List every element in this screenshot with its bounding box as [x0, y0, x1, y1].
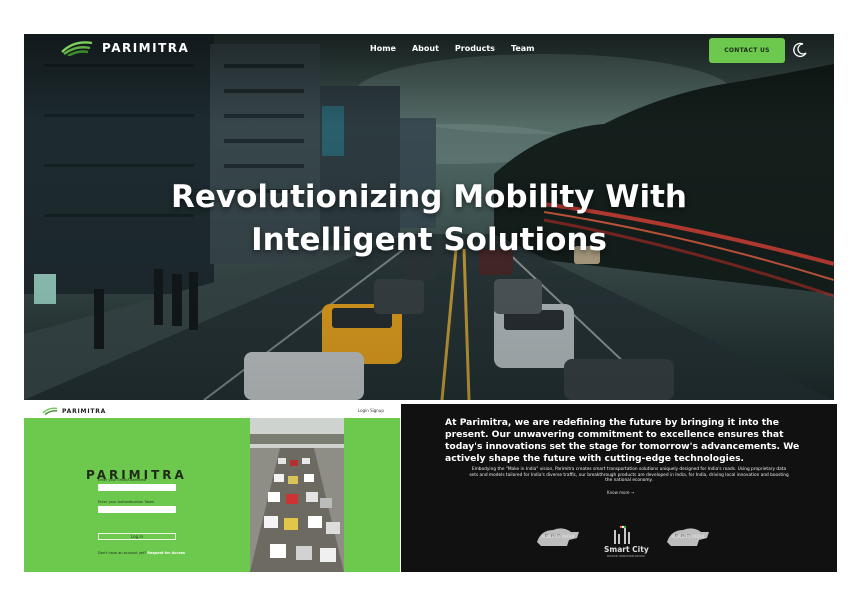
nav-products-link[interactable]: Products [455, 44, 495, 53]
traffic-photo [250, 418, 344, 572]
smart-city-subtitle: MISSION TRANSFORM-NATION [607, 555, 645, 558]
login-screenshot-panel: PARIMITRA Login Signup PARIMITRA Enter y… [24, 404, 400, 572]
login-brand-name: PARIMITRA [62, 407, 107, 415]
signup-prompt: Don't have an account yet? Request for A… [98, 551, 185, 555]
login-signup-links[interactable]: Login Signup [358, 408, 384, 413]
smart-city-badge: Smart City [604, 545, 649, 554]
username-input[interactable] [98, 484, 176, 491]
login-form-area: PARIMITRA Enter your Email/Username Ente… [24, 418, 250, 572]
parimitra-logo-icon [42, 407, 58, 415]
moon-icon[interactable] [792, 42, 808, 58]
login-brand-logo[interactable]: PARIMITRA [42, 407, 106, 415]
know-more-link[interactable]: Know more → [607, 490, 634, 495]
nav-team-link[interactable]: Team [511, 44, 535, 53]
brand-name: PARIMITRA [102, 41, 190, 55]
signup-prefix: Don't have an account yet? [98, 551, 148, 555]
top-navbar: PARIMITRA Home About Products Team CONTA… [24, 34, 834, 66]
brand-logo[interactable]: PARIMITRA [60, 40, 189, 56]
login-side-strip [344, 418, 400, 572]
make-in-india-badge-1: MAKE IN INDIA [541, 534, 575, 539]
hero-section: PARIMITRA Home About Products Team CONTA… [24, 34, 834, 400]
about-section: At Parimitra, we are redefining the futu… [401, 404, 837, 572]
token-label: Enter your Authentication Token [98, 500, 155, 504]
parimitra-logo-icon [61, 41, 93, 56]
nav-links: Home About Products Team [370, 44, 535, 53]
contact-us-button[interactable]: CONTACT US [709, 38, 785, 63]
nav-home-link[interactable]: Home [370, 44, 396, 53]
request-access-link[interactable]: Request for Access [147, 551, 185, 555]
username-label: Enter your Email/Username [98, 478, 147, 482]
make-in-india-badge-2: MAKE IN INDIA [671, 534, 705, 539]
hero-headline: Revolutionizing Mobility With Intelligen… [171, 179, 687, 258]
token-input[interactable] [98, 506, 176, 513]
about-body: Embodying the "Make in India" vision, Pa… [469, 467, 789, 484]
about-heading: At Parimitra, we are redefining the futu… [445, 417, 800, 464]
login-topbar: PARIMITRA Login Signup [24, 404, 400, 418]
nav-about-link[interactable]: About [412, 44, 439, 53]
login-button[interactable]: Log in [98, 533, 176, 540]
